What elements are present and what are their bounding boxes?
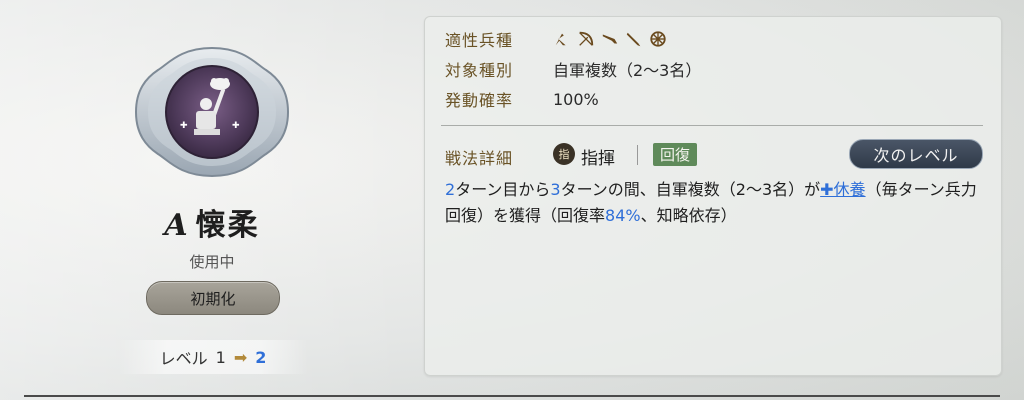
desc-text: 、知略依存）	[640, 206, 737, 225]
skill-detail-panel: 適性兵種 対象種別 自軍複数（2〜3名） 発動確率 100% 戦法詳細 指 指揮…	[424, 16, 1002, 376]
target-value: 自軍複数（2〜3名）	[553, 61, 702, 80]
rate-row: 発動確率 100%	[445, 87, 599, 111]
vertical-separator	[637, 145, 638, 165]
target-label: 対象種別	[445, 61, 514, 80]
aptitude-row: 適性兵種	[445, 27, 667, 51]
gun-icon	[602, 34, 618, 44]
rate-label: 発動確率	[445, 91, 514, 110]
skill-emblem-icon: ✚ ✚	[132, 44, 292, 180]
reset-button[interactable]: 初期化	[146, 281, 280, 315]
wheel-icon	[650, 31, 666, 47]
skill-status: 使用中	[189, 253, 235, 271]
sword-icon	[626, 32, 641, 47]
rate-value: 100%	[553, 89, 599, 109]
skill-description: 2ターン目から3ターンの間、自軍複数（2〜3名）が✚休養（毎ターン兵力回復）を獲…	[445, 177, 985, 229]
skill-type: 指揮	[581, 149, 615, 169]
arrow-right-icon: ➡	[233, 347, 248, 367]
desc-duration: 3	[550, 180, 561, 199]
target-row: 対象種別 自軍複数（2〜3名）	[445, 57, 701, 81]
level-next: 2	[255, 347, 267, 367]
spear-icon	[555, 33, 566, 46]
svg-text:✚: ✚	[232, 121, 240, 131]
level-current: 1	[215, 347, 226, 367]
command-type-icon: 指	[553, 143, 575, 165]
skill-name: A 懐柔	[150, 200, 274, 244]
bow-icon	[579, 31, 594, 46]
svg-text:✚: ✚	[180, 121, 188, 131]
level-label: レベル	[159, 349, 208, 368]
troop-type-icons	[553, 30, 667, 48]
effect-tag: 回復	[653, 143, 698, 166]
desc-start-turn: 2	[445, 180, 456, 199]
desc-text: ターン目から	[455, 180, 551, 199]
divider	[441, 125, 983, 126]
skill-name-text: 懐柔	[195, 208, 260, 243]
skill-grade: A	[164, 208, 190, 243]
detail-label: 戦法詳細	[445, 149, 514, 168]
desc-recovery-rate: 84%	[605, 206, 641, 225]
bottom-border	[24, 395, 1000, 397]
desc-text: ターンの間、自軍複数（2〜3名）が	[560, 180, 821, 199]
level-indicator: レベル 1 ➡ 2	[118, 340, 308, 374]
buff-link-rest[interactable]: ✚休養	[820, 180, 865, 199]
next-level-button[interactable]: 次のレベル	[849, 139, 983, 169]
aptitude-label: 適性兵種	[445, 31, 514, 50]
